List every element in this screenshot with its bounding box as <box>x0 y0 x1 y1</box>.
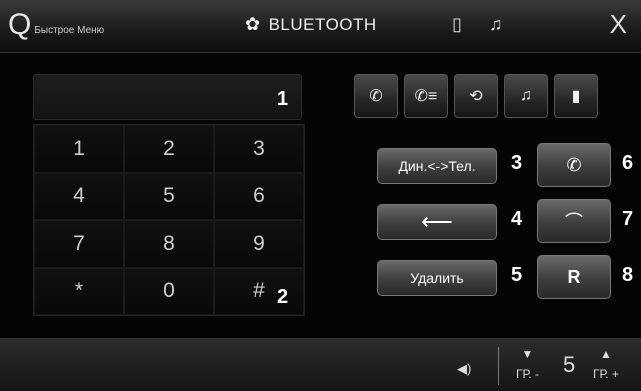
number-display <box>33 74 302 120</box>
separator <box>498 347 499 385</box>
key-8[interactable]: 8 <box>124 220 214 268</box>
backspace-button[interactable]: ⟵ <box>377 204 497 240</box>
top-bar: Q Быстрое Меню ✿ BLUETOOTH ▯ ♫ X <box>0 0 641 53</box>
key-9[interactable]: 9 <box>214 220 304 268</box>
quick-menu-icon: Q <box>8 8 32 41</box>
callout-6: 6 <box>622 152 634 174</box>
callout-2: 2 <box>277 286 289 308</box>
volume-icon[interactable]: ◀) <box>457 361 471 377</box>
quick-menu-label: Быстрое Меню <box>34 25 105 36</box>
call-button[interactable]: ✆ <box>537 143 611 187</box>
chevron-up-icon: ▲ <box>600 347 612 361</box>
group-up-button[interactable]: ▲ ГР. + <box>593 347 619 381</box>
callout-7: 7 <box>622 208 634 230</box>
tab-sync[interactable]: ⟲ <box>454 74 498 118</box>
callout-4: 4 <box>511 208 523 230</box>
chevron-down-icon: ▼ <box>521 347 534 361</box>
hangup-button[interactable]: ⌒ <box>537 199 611 243</box>
bottom-bar: ◀) ▼ ГР. - 5 ▲ ГР. + <box>0 338 641 391</box>
page-title-text: BLUETOOTH <box>268 14 377 34</box>
key-1[interactable]: 1 <box>34 125 124 173</box>
key-2[interactable]: 2 <box>124 125 214 173</box>
callout-1: 1 <box>277 88 289 110</box>
delete-button[interactable]: Удалить <box>377 260 497 296</box>
tab-call[interactable]: ✆ <box>354 74 398 118</box>
key-7[interactable]: 7 <box>34 220 124 268</box>
music-icon: ♫ <box>489 14 503 34</box>
group-down-button[interactable]: ▼ ГР. - <box>516 347 539 381</box>
gear-icon: ✿ <box>245 14 261 34</box>
page-title: ✿ BLUETOOTH <box>245 14 377 35</box>
group-number: 5 <box>563 352 576 377</box>
tab-phonebook[interactable]: ▮ <box>554 74 598 118</box>
tab-call-list[interactable]: ✆≡ <box>404 74 448 118</box>
callout-8: 8 <box>622 264 634 286</box>
close-button[interactable]: X <box>610 9 627 40</box>
quick-menu-button[interactable]: Q Быстрое Меню <box>8 10 104 40</box>
group-down-label: ГР. - <box>516 367 539 381</box>
dial-keypad: 1 2 3 4 5 6 7 8 9 * 0 # <box>33 124 305 316</box>
key-hash[interactable]: # <box>214 267 304 315</box>
key-6[interactable]: 6 <box>214 172 304 220</box>
callout-5: 5 <box>511 264 523 286</box>
key-5[interactable]: 5 <box>124 172 214 220</box>
callout-3: 3 <box>511 152 523 174</box>
mode-tabs: ✆ ✆≡ ⟲ ♫ ▮ <box>354 74 598 118</box>
redial-button[interactable]: R <box>537 255 611 299</box>
key-3[interactable]: 3 <box>214 125 304 173</box>
tab-music[interactable]: ♫ <box>504 74 548 118</box>
group-up-label: ГР. + <box>593 367 619 381</box>
bluetooth-screen: Q Быстрое Меню ✿ BLUETOOTH ▯ ♫ X 1 1 2 3… <box>0 0 641 391</box>
key-star[interactable]: * <box>34 267 124 315</box>
key-4[interactable]: 4 <box>34 172 124 220</box>
speaker-toggle-button[interactable]: Дин.<->Тел. <box>377 148 497 184</box>
key-0[interactable]: 0 <box>124 267 214 315</box>
phone-icon: ▯ <box>452 14 462 34</box>
